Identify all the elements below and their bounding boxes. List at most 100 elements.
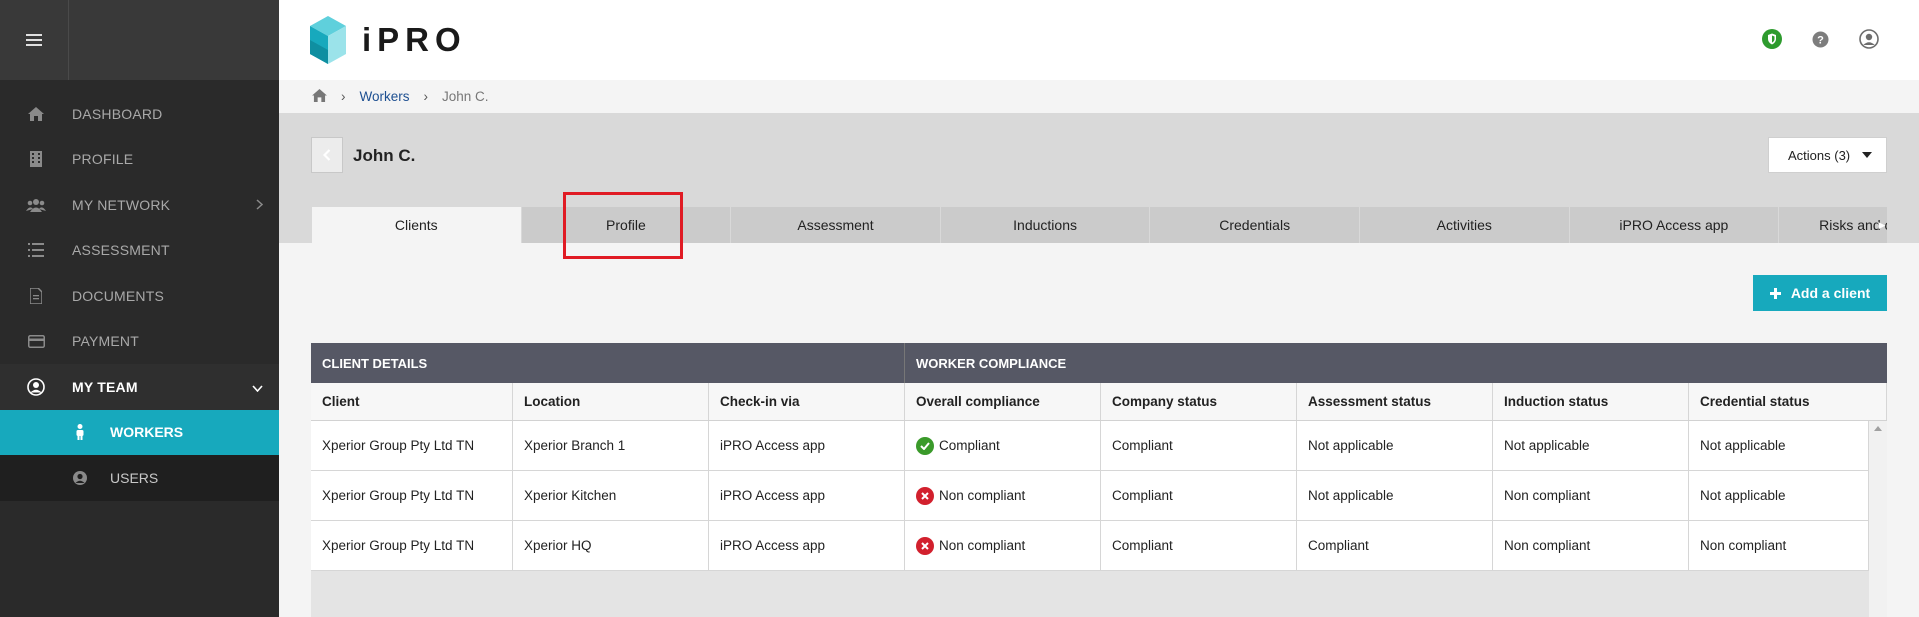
actions-dropdown-button[interactable]: Actions (3) <box>1768 137 1887 173</box>
column-header[interactable]: Client <box>311 383 513 420</box>
table-row[interactable]: Xperior Group Pty Ltd TN Xperior Kitchen… <box>311 471 1869 521</box>
chevron-down-icon <box>252 379 263 395</box>
table-cell: Non compliant <box>1689 521 1869 570</box>
column-header[interactable]: Credential status <box>1689 383 1887 420</box>
column-header[interactable]: Company status <box>1101 383 1297 420</box>
sidebar-item-label: ASSESSMENT <box>72 242 170 259</box>
tab-ipro-access-app[interactable]: iPRO Access app <box>1569 207 1780 243</box>
column-header[interactable]: Location <box>513 383 709 420</box>
sidebar-item-label: PAYMENT <box>72 333 139 350</box>
group-header-worker-compliance: WORKER COMPLIANCE <box>916 355 1067 371</box>
chevron-left-icon <box>323 149 331 161</box>
title-band: John C. Actions (3) Clients Profile Asse… <box>279 113 1919 243</box>
x-circle-icon <box>916 536 934 555</box>
column-header[interactable]: Check-in via <box>709 383 905 420</box>
table-column-header: Client Location Check-in via Overall com… <box>311 383 1887 421</box>
table-cell: Non compliant <box>1493 471 1689 520</box>
sidebar-item-payment[interactable]: PAYMENT <box>0 319 279 365</box>
logo-text: iPRO <box>362 21 467 58</box>
user-circle-icon <box>72 469 88 487</box>
sidebar-item-label: MY TEAM <box>72 378 138 395</box>
table-cell: Compliant <box>1101 521 1297 570</box>
sidebar-item-profile[interactable]: PROFILE <box>0 137 279 183</box>
tab-risks[interactable]: Risks and c <box>1779 207 1887 243</box>
table-cell: Non compliant <box>1493 521 1689 570</box>
caret-down-icon <box>1862 152 1872 158</box>
table-cell: iPRO Access app <box>709 421 905 470</box>
tab-activities[interactable]: Activities <box>1359 207 1570 243</box>
column-header[interactable]: Assessment status <box>1297 383 1493 420</box>
sidebar-item-label: PROFILE <box>72 151 134 168</box>
back-button[interactable] <box>311 137 343 173</box>
sidebar-item-documents[interactable]: DOCUMENTS <box>0 273 279 319</box>
home-icon[interactable] <box>312 88 327 105</box>
table-scrollbar[interactable] <box>1869 421 1887 617</box>
table-cell: Xperior HQ <box>513 521 709 570</box>
tab-credentials[interactable]: Credentials <box>1150 207 1360 243</box>
sidebar-item-dashboard[interactable]: DASHBOARD <box>0 91 279 137</box>
breadcrumb: › Workers › John C. <box>279 80 1919 113</box>
table-cell: Xperior Group Pty Ltd TN <box>311 521 513 570</box>
table-cell-overall-compliance: Non compliant <box>905 521 1101 570</box>
tab-scroll-right-icon[interactable]: ▶ <box>1877 207 1887 243</box>
actions-label: Actions (3) <box>1788 147 1851 163</box>
table-row[interactable]: Xperior Group Pty Ltd TN Xperior HQ iPRO… <box>311 521 1869 571</box>
user-circle-icon <box>26 377 46 396</box>
table-cell: Xperior Group Pty Ltd TN <box>311 471 513 520</box>
add-client-label: Add a client <box>1790 285 1871 301</box>
scroll-up-icon[interactable] <box>1869 421 1887 435</box>
table-cell: iPRO Access app <box>709 521 905 570</box>
table-cell: iPRO Access app <box>709 471 905 520</box>
ipro-logo[interactable]: iPRO <box>310 16 467 64</box>
clients-table: CLIENT DETAILS WORKER COMPLIANCE Client … <box>311 343 1887 617</box>
highlight-box <box>563 192 683 259</box>
sidebar-subitem-users[interactable]: USERS <box>0 455 279 501</box>
account-icon[interactable] <box>1859 29 1879 54</box>
sidebar-subitem-label: USERS <box>110 469 159 486</box>
header-icons: ? <box>1762 29 1879 54</box>
sidebar-subitem-workers[interactable]: WORKERS <box>0 409 279 455</box>
table-cell: Not applicable <box>1689 421 1869 470</box>
users-group-icon <box>26 196 46 214</box>
table-group-header: CLIENT DETAILS WORKER COMPLIANCE <box>311 343 1887 383</box>
cube-logo-icon <box>310 16 346 64</box>
column-header[interactable]: Overall compliance <box>905 383 1101 420</box>
table-row[interactable]: Xperior Group Pty Ltd TN Xperior Branch … <box>311 421 1869 471</box>
tab-inductions[interactable]: Inductions <box>940 207 1151 243</box>
breadcrumb-separator: › <box>423 89 429 104</box>
breadcrumb-separator: › <box>341 89 346 104</box>
table-cell: Compliant <box>1101 421 1297 470</box>
sidebar-item-label: DOCUMENTS <box>72 287 165 304</box>
table-cell: Not applicable <box>1297 471 1493 520</box>
tab-clients[interactable]: Clients <box>312 207 522 243</box>
group-header-client-details: CLIENT DETAILS <box>311 343 905 383</box>
home-icon <box>26 105 46 123</box>
chevron-right-icon <box>256 197 264 213</box>
x-circle-icon <box>916 486 934 505</box>
table-cell-overall-compliance: Non compliant <box>905 471 1101 520</box>
sidebar-item-label: DASHBOARD <box>72 105 163 122</box>
sidebar-item-assessment[interactable]: ASSESSMENT <box>0 228 279 274</box>
breadcrumb-workers-link[interactable]: Workers <box>360 89 410 104</box>
plus-icon <box>1769 287 1781 299</box>
shield-badge-icon[interactable] <box>1762 29 1782 54</box>
sidebar: DASHBOARD PROFILE MY NETWORK ASSESSMENT … <box>0 0 279 617</box>
sidebar-item-my-team[interactable]: MY TEAM <box>0 364 279 410</box>
breadcrumb-current: John C. <box>442 89 489 104</box>
hamburger-menu-icon[interactable] <box>0 0 69 80</box>
sidebar-top <box>0 0 279 80</box>
help-icon[interactable]: ? <box>1812 31 1829 53</box>
column-header[interactable]: Induction status <box>1493 383 1689 420</box>
top-header: iPRO ? <box>279 0 1919 80</box>
page-title: John C. <box>353 146 416 165</box>
check-circle-icon <box>916 436 934 455</box>
tab-bar: Clients Profile Assessment Inductions Cr… <box>312 207 1887 243</box>
table-cell: Not applicable <box>1493 421 1689 470</box>
table-cell: Not applicable <box>1689 471 1869 520</box>
add-client-button[interactable]: Add a client <box>1753 275 1887 311</box>
credit-card-icon <box>26 332 46 350</box>
tab-assessment[interactable]: Assessment <box>731 207 941 243</box>
svg-text:?: ? <box>1817 34 1824 46</box>
table-cell-overall-compliance: Compliant <box>905 421 1101 470</box>
sidebar-item-my-network[interactable]: MY NETWORK <box>0 182 279 228</box>
